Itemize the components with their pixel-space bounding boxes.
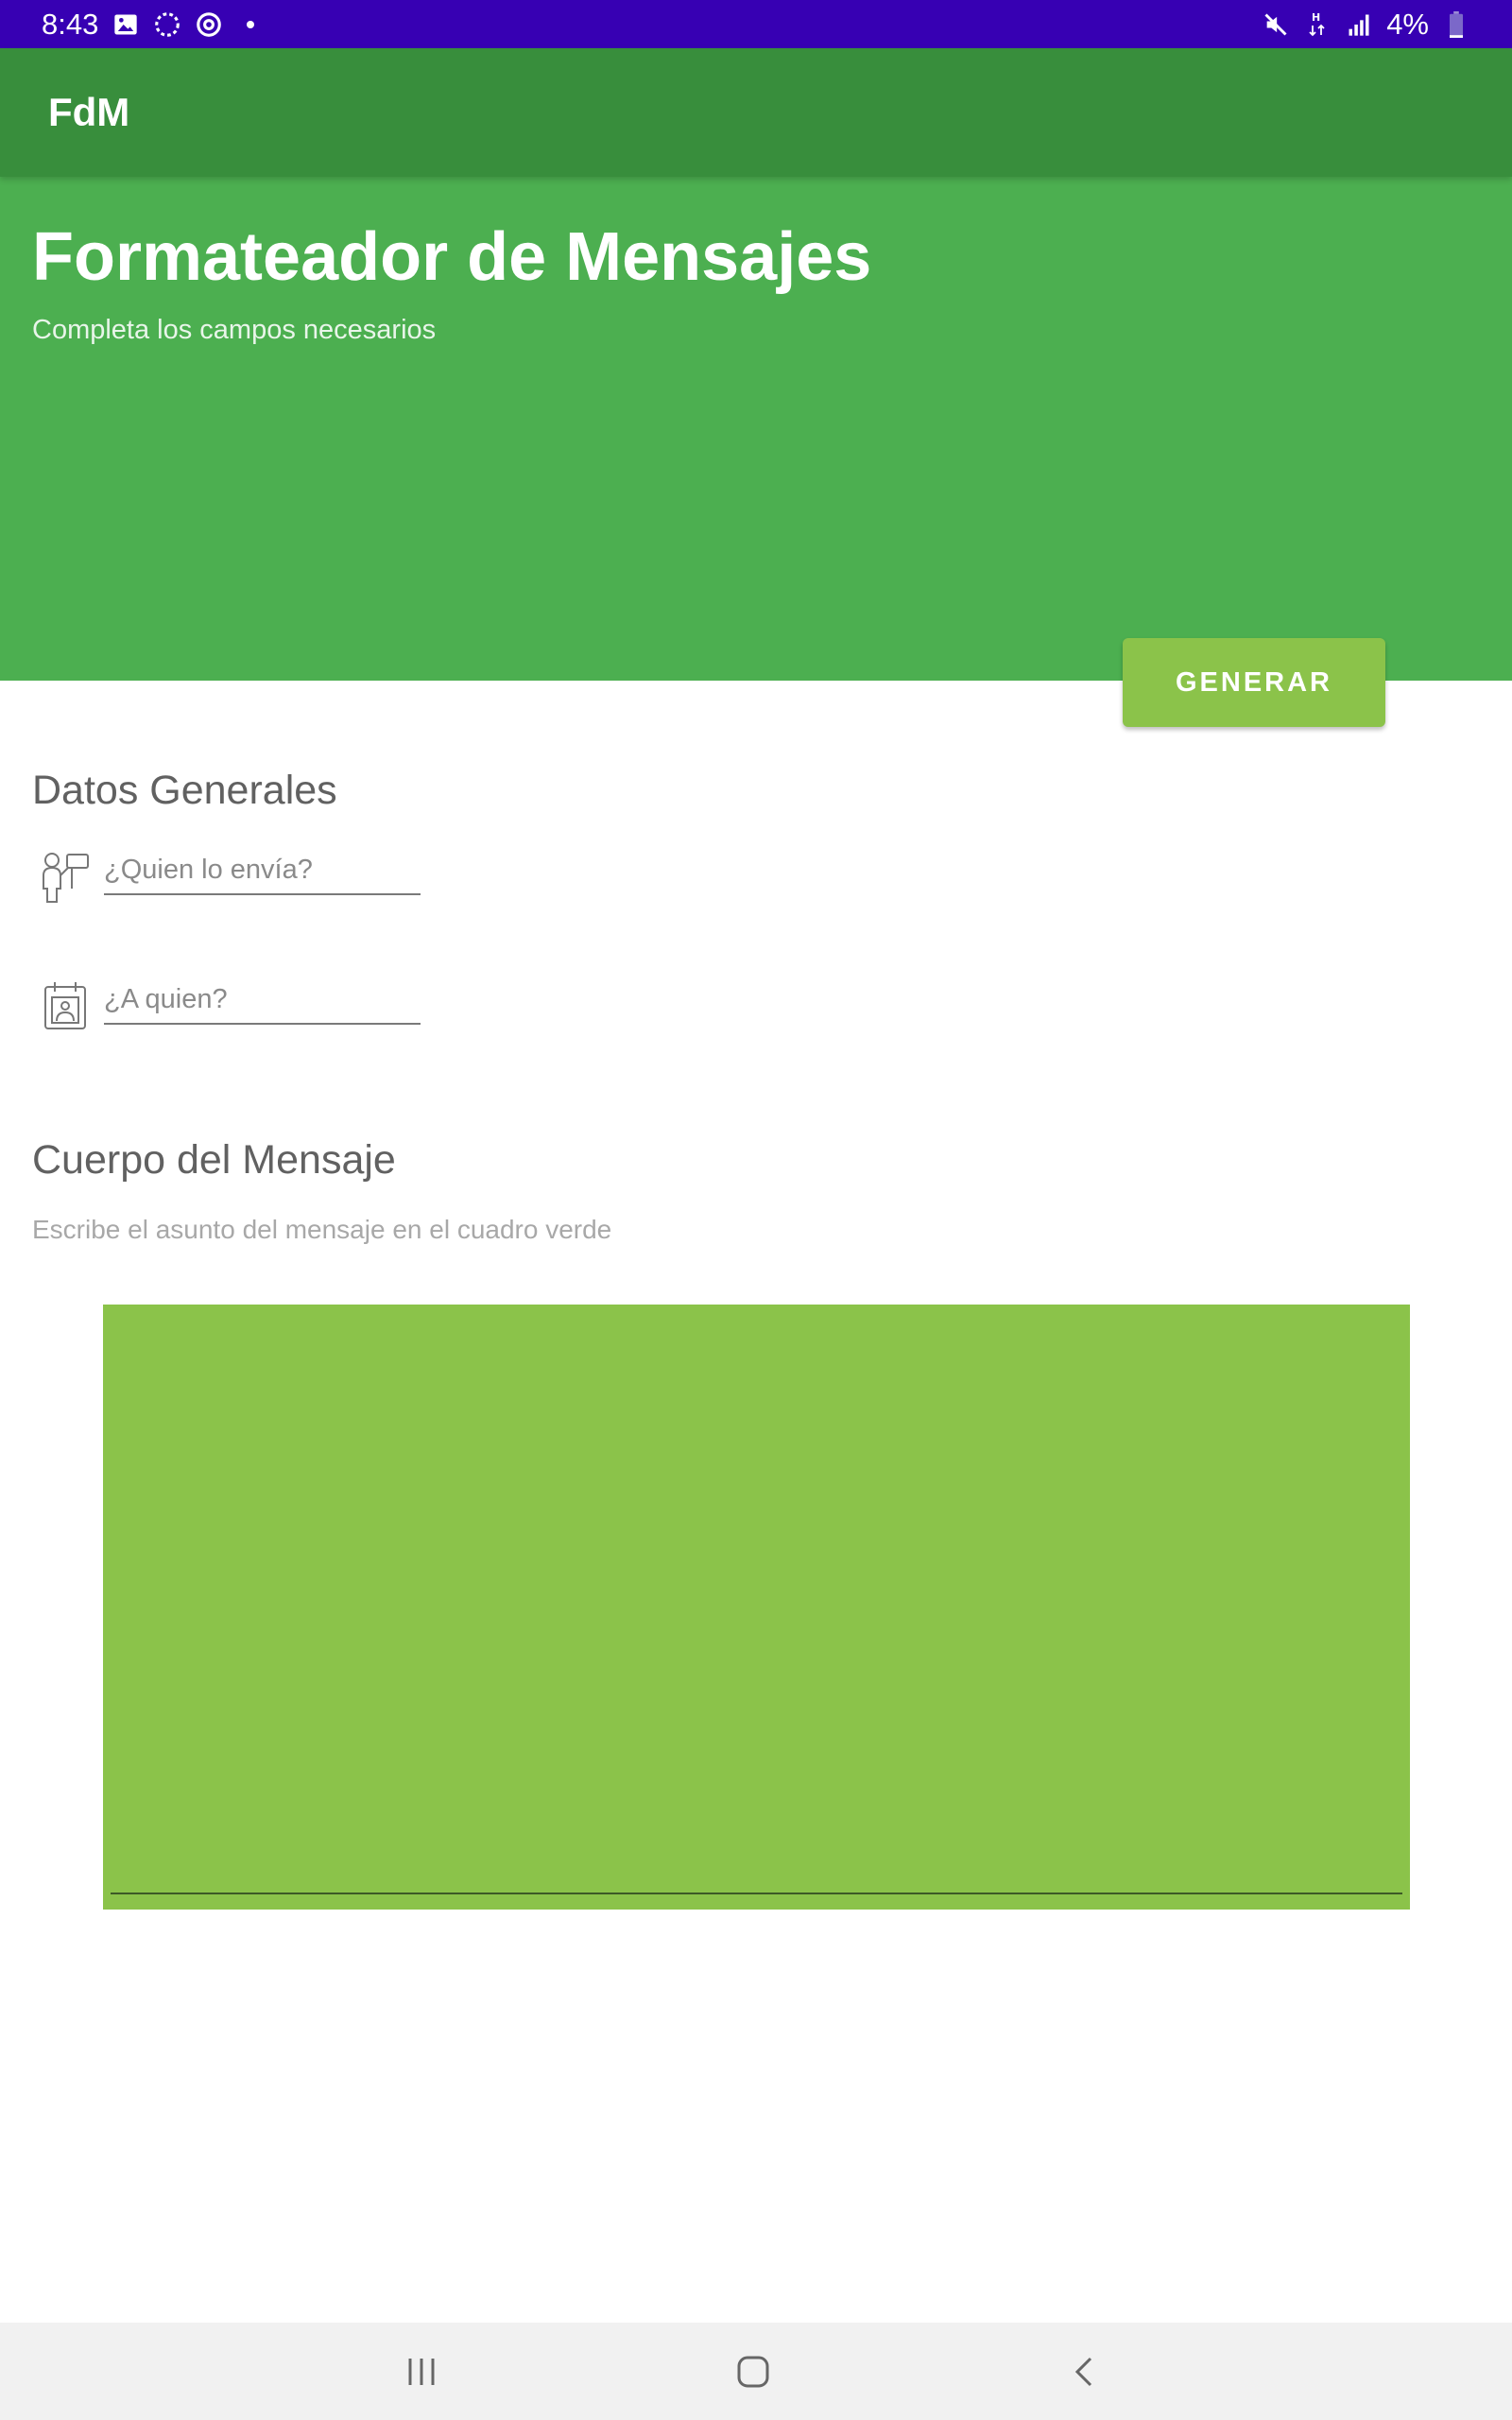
image-icon xyxy=(112,10,140,39)
section-title-datos-generales: Datos Generales xyxy=(32,768,337,813)
h-data-icon: H xyxy=(1303,10,1332,39)
status-right: H 4% xyxy=(1262,8,1470,42)
status-bar: 8:43 H 4% xyxy=(0,0,1512,48)
status-left: 8:43 xyxy=(42,8,265,42)
section-title-cuerpo: Cuerpo del Mensaje xyxy=(32,1137,396,1183)
svg-text:H: H xyxy=(1312,11,1320,24)
page-title: Formateador de Mensajes xyxy=(32,219,872,295)
mute-icon xyxy=(1262,10,1290,39)
status-time: 8:43 xyxy=(42,7,99,41)
app-bar-title: FdM xyxy=(48,90,130,134)
battery-percent: 4% xyxy=(1386,7,1429,41)
sync-icon xyxy=(153,10,181,39)
recent-apps-icon[interactable] xyxy=(365,2323,478,2420)
back-icon[interactable] xyxy=(1028,2323,1142,2420)
recipient-field-row xyxy=(38,976,421,1036)
battery-icon xyxy=(1442,10,1470,39)
person-sign-icon xyxy=(38,846,93,907)
header-banner: Formateador de Mensajes Completa los cam… xyxy=(0,177,1512,681)
message-body-input[interactable] xyxy=(111,1312,1402,1894)
calendar-contact-icon xyxy=(38,976,93,1036)
at-sign-icon xyxy=(195,10,223,39)
nav-bar xyxy=(0,2323,1512,2420)
sender-field-row xyxy=(38,846,421,907)
sender-input[interactable] xyxy=(104,846,421,895)
generar-button[interactable]: GENERAR xyxy=(1123,638,1385,727)
signal-icon xyxy=(1345,10,1373,39)
dot-icon xyxy=(236,10,265,39)
app-bar: FdM xyxy=(0,48,1512,177)
recipient-input[interactable] xyxy=(104,976,421,1025)
home-icon[interactable] xyxy=(696,2323,810,2420)
page-subtitle: Completa los campos necesarios xyxy=(32,315,437,345)
message-body-box xyxy=(103,1305,1410,1910)
message-hint: Escribe el asunto del mensaje en el cuad… xyxy=(32,1215,612,1244)
